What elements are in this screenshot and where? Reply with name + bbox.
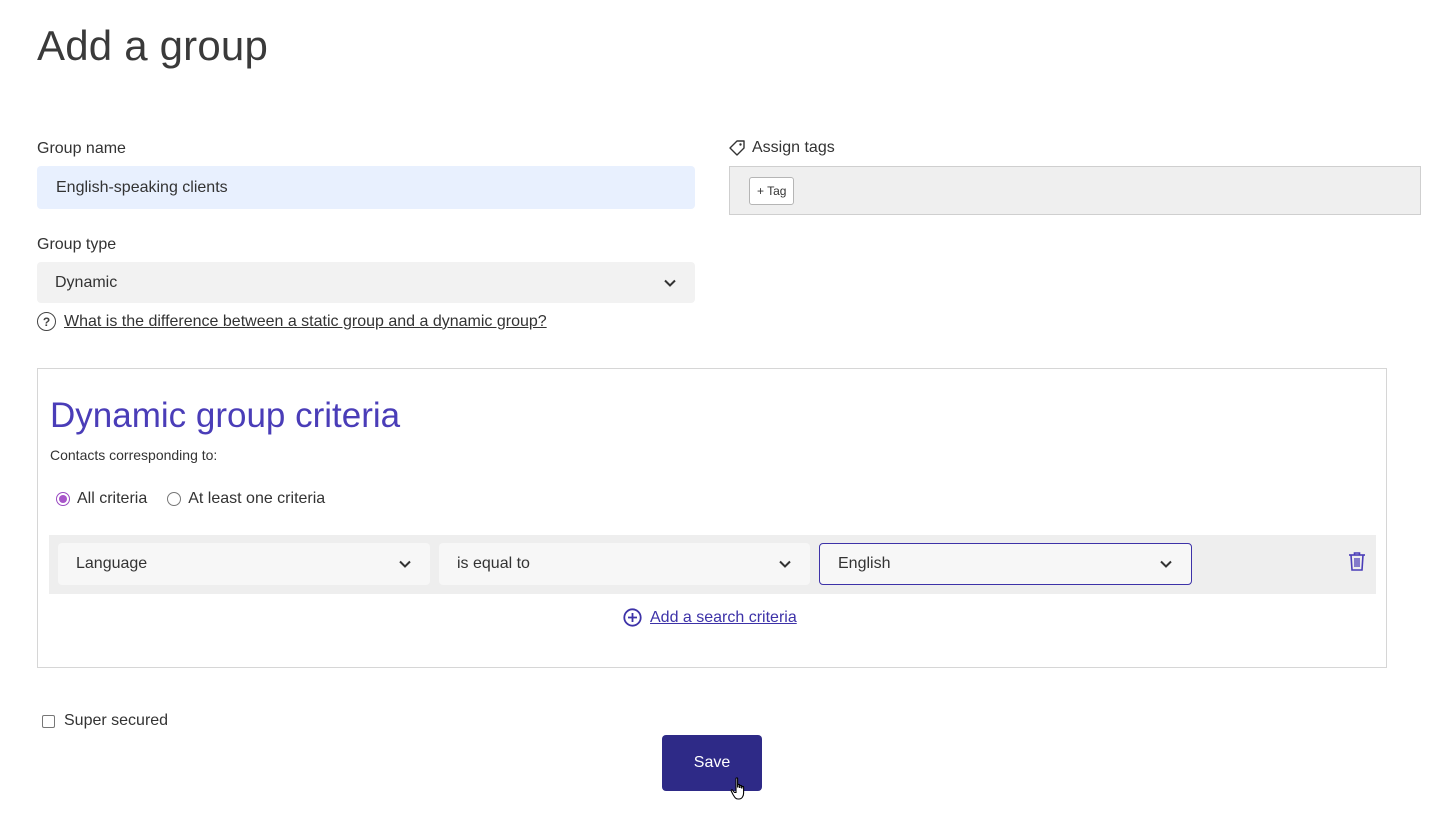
criteria-operator-select[interactable]: is equal to	[439, 543, 810, 585]
group-type-value: Dynamic	[55, 273, 118, 291]
group-name-input[interactable]	[37, 166, 695, 209]
plus-circle-icon	[623, 608, 642, 627]
tags-container[interactable]: + Tag	[729, 166, 1421, 215]
dynamic-criteria-panel: Dynamic group criteria Contacts correspo…	[37, 368, 1387, 668]
radio-at-least-one-control[interactable]	[167, 492, 182, 506]
trash-icon[interactable]	[1348, 551, 1366, 571]
chevron-down-icon	[664, 279, 676, 287]
radio-all-criteria-label: All criteria	[77, 490, 148, 507]
criteria-value-value: English	[838, 555, 891, 572]
add-search-criteria[interactable]: Add a search criteria	[623, 608, 797, 627]
super-secured-checkbox[interactable]	[42, 714, 55, 728]
chevron-down-icon	[399, 560, 411, 568]
super-secured-option[interactable]: Super secured	[42, 712, 168, 730]
assign-tags-header: Assign tags	[728, 139, 835, 157]
pointer-cursor-icon	[730, 777, 745, 800]
group-type-label: Group type	[37, 236, 117, 253]
radio-all-criteria[interactable]: All criteria	[56, 490, 147, 508]
page-title: Add a group	[37, 22, 269, 69]
chevron-down-icon	[779, 560, 791, 568]
super-secured-label: Super secured	[64, 712, 169, 729]
group-type-select[interactable]: Dynamic	[37, 262, 695, 303]
add-search-criteria-link[interactable]: Add a search criteria	[650, 609, 797, 627]
assign-tags-label: Assign tags	[752, 139, 835, 156]
group-type-help: ? What is the difference between a stati…	[37, 312, 547, 331]
criteria-value-select[interactable]: English	[819, 543, 1192, 585]
match-mode-group: All criteria At least one criteria	[56, 490, 345, 508]
criteria-field-value: Language	[76, 555, 148, 572]
tag-icon	[729, 140, 745, 156]
criteria-field-select[interactable]: Language	[58, 543, 430, 585]
add-group-page: Add a group Group name Group type Dynami…	[0, 0, 1449, 831]
radio-at-least-one-label: At least one criteria	[188, 490, 326, 507]
criteria-subtitle: Contacts corresponding to:	[50, 447, 218, 463]
criteria-operator-value: is equal to	[457, 555, 530, 572]
radio-all-criteria-control[interactable]	[56, 492, 70, 506]
radio-at-least-one[interactable]: At least one criteria	[167, 490, 325, 508]
help-icon: ?	[37, 312, 56, 331]
chevron-down-icon	[1160, 560, 1172, 568]
group-type-help-link[interactable]: What is the difference between a static …	[64, 313, 547, 331]
criteria-title: Dynamic group criteria	[50, 396, 401, 435]
add-tag-button[interactable]: + Tag	[749, 177, 795, 205]
group-name-label: Group name	[37, 140, 126, 157]
criteria-row: Language is equal to English	[49, 535, 1376, 594]
